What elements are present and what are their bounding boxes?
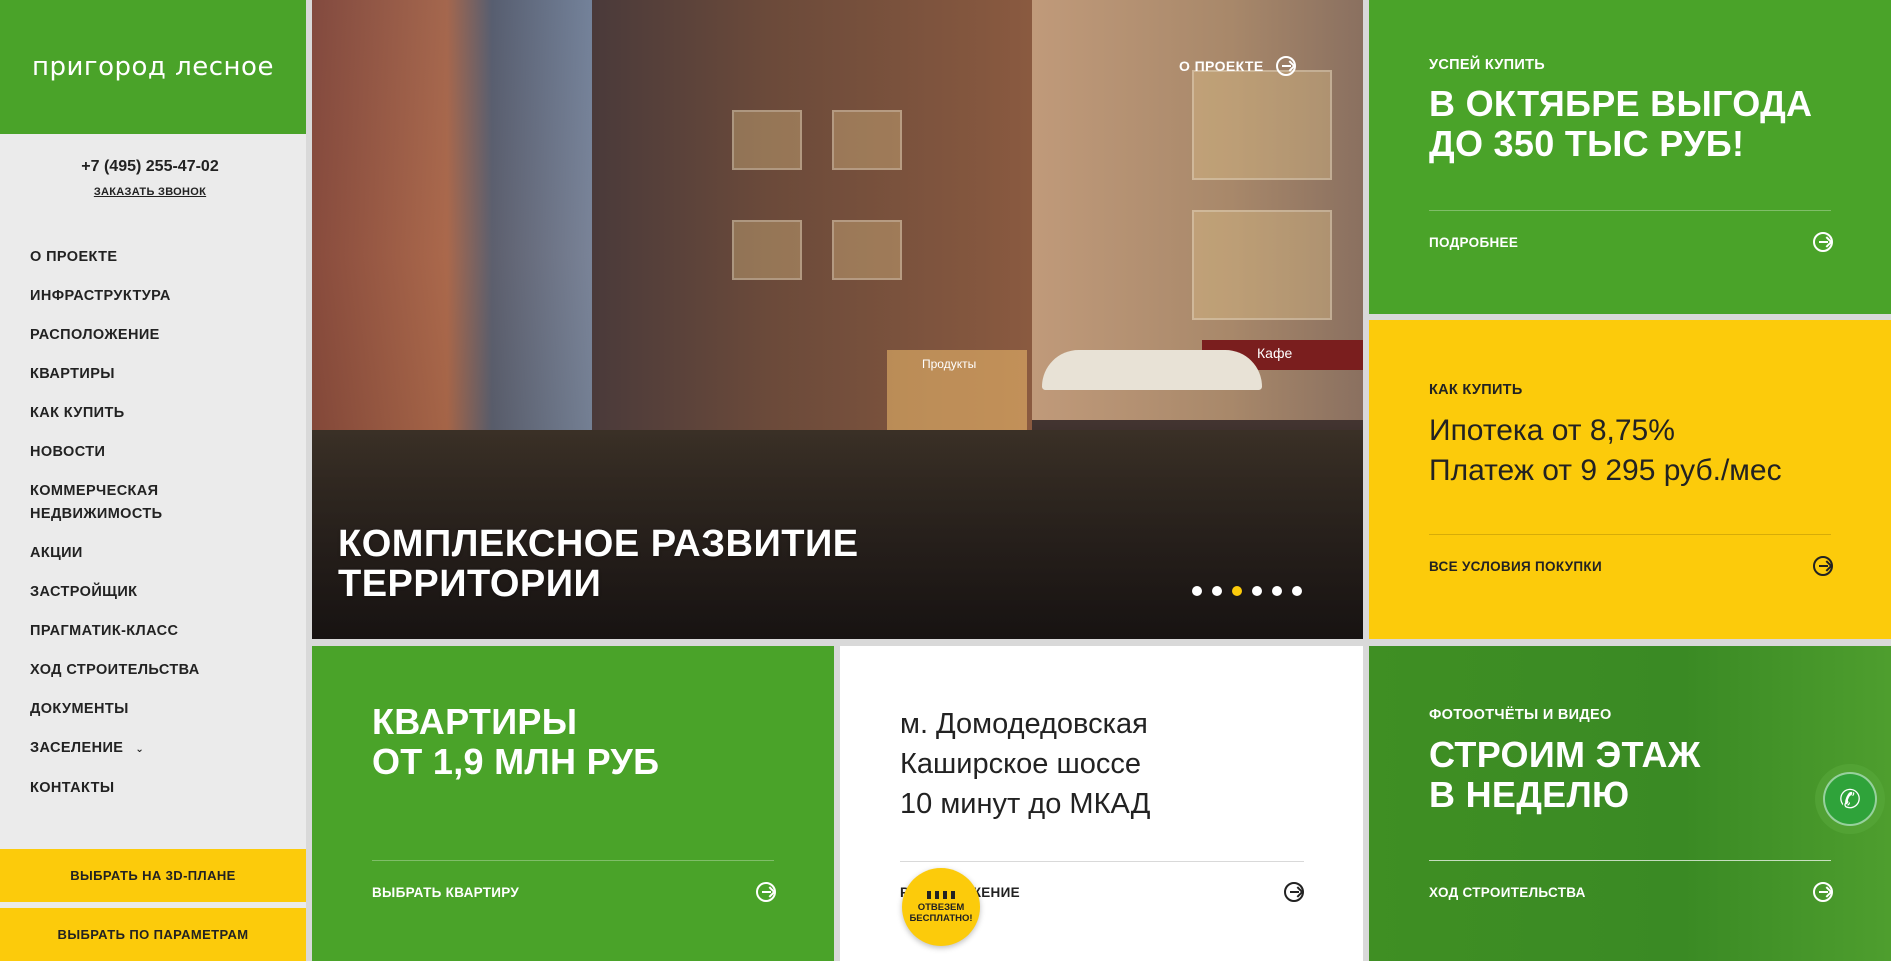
promo-title-line: ДО 350 ТЫС РУБ! [1429,123,1745,164]
nav-item-commercial[interactable]: КОММЕРЧЕСКАЯ НЕДВИЖИМОСТЬ [30,480,260,526]
divider [900,861,1304,862]
main-nav: О ПРОЕКТЕ ИНФРАСТРУКТУРА РАСПОЛОЖЕНИЕ КВ… [30,246,260,816]
nav-item-how-to-buy[interactable]: КАК КУПИТЬ [30,402,260,425]
promo-title-line: ОТ 1,9 МЛН РУБ [372,741,660,782]
arrow-right-icon [1813,232,1833,252]
nav-item-location[interactable]: РАСПОЛОЖЕНИЕ [30,324,260,347]
hero-window [732,220,802,280]
slider-dot-active[interactable] [1232,586,1242,596]
slider-dot[interactable] [1212,586,1222,596]
nav-item-settlement-label: ЗАСЕЛЕНИЕ [30,740,124,756]
hero-about-label: О ПРОЕКТЕ [1179,58,1264,74]
hero-window [832,110,902,170]
arrow-right-icon [1813,556,1833,576]
nav-item-apartments[interactable]: КВАРТИРЫ [30,363,260,386]
page: пригород лесное +7 (495) 255-47-02 ЗАКАЗ… [0,0,1891,961]
promo-location-text: м. Домодедовская Каширское шоссе 10 мину… [900,704,1150,824]
promo-october[interactable]: УСПЕЙ КУПИТЬ В ОКТЯБРЕ ВЫГОДА ДО 350 ТЫС… [1369,0,1891,314]
promo-location-line: 10 минут до МКАД [900,788,1151,820]
promo-location-line: м. Домодедовская [900,708,1148,740]
promo-eyebrow: УСПЕЙ КУПИТЬ [1429,57,1545,73]
nav-item-contacts[interactable]: КОНТАКТЫ [30,777,260,800]
promo-title-line: В НЕДЕЛЮ [1429,774,1630,815]
arrow-right-icon [1813,882,1833,902]
phone-number[interactable]: +7 (495) 255-47-02 [0,158,300,176]
hero-image [312,0,612,430]
nav-item-promotions[interactable]: АКЦИИ [30,542,260,565]
divider [1429,210,1831,211]
slider-dot[interactable] [1252,586,1262,596]
promo-apartments[interactable]: КВАРТИРЫ ОТ 1,9 МЛН РУБ ВЫБРАТЬ КВАРТИРУ [312,646,834,961]
promo-conditions-line: Ипотека от 8,75% [1429,414,1675,447]
promo-link-label: ПОДРОБНЕЕ [1429,234,1519,250]
hero-window [832,220,902,280]
logo-text: пригород лесное [32,52,274,82]
divider [1429,860,1831,861]
arrow-right-icon [1284,882,1304,902]
select-3d-plan-button[interactable]: ВЫБРАТЬ НА 3D-ПЛАНЕ [0,849,306,902]
hero-umbrella [1042,350,1262,390]
phone-icon: ✆ [1839,783,1861,814]
promo-title-line: СТРОИМ ЭТАЖ [1429,734,1701,775]
order-callback-link[interactable]: ЗАКАЗАТЬ ЗВОНОК [0,186,300,198]
slider-dots [1192,586,1302,596]
promo-link-label: ВСЕ УСЛОВИЯ ПОКУПКИ [1429,558,1602,574]
slider-dot[interactable] [1192,586,1202,596]
select-by-params-button[interactable]: ВЫБРАТЬ ПО ПАРАМЕТРАМ [0,908,306,961]
promo-construction[interactable]: ФОТООТЧЁТЫ И ВИДЕО СТРОИМ ЭТАЖ В НЕДЕЛЮ … [1369,646,1891,961]
promo-title-line: КВАРТИРЫ [372,701,578,742]
free-taxi-label: ОТВЕЗЕМ БЕСПЛАТНО! [909,901,973,924]
divider [1429,534,1831,535]
hero-title-line: ТЕРРИТОРИИ [338,563,602,605]
nav-item-settlement[interactable]: ЗАСЕЛЕНИЕ ⌄ [30,737,260,761]
promo-title-line: В ОКТЯБРЕ ВЫГОДА [1429,83,1813,124]
promo-eyebrow: КАК КУПИТЬ [1429,382,1523,398]
nav-item-news[interactable]: НОВОСТИ [30,441,260,464]
promo-title: В ОКТЯБРЕ ВЫГОДА ДО 350 ТЫС РУБ! [1429,84,1812,164]
sidebar: пригород лесное +7 (495) 255-47-02 ЗАКАЗ… [0,0,306,961]
nav-item-infrastructure[interactable]: ИНФРАСТРУКТУРА [30,285,260,308]
call-button-inner: ✆ [1823,772,1877,826]
promo-link-label: ХОД СТРОИТЕЛЬСТВА [1429,884,1586,900]
logo[interactable]: пригород лесное [0,0,306,134]
construction-progress-link[interactable]: ХОД СТРОИТЕЛЬСТВА [1429,882,1833,902]
promo-title: КВАРТИРЫ ОТ 1,9 МЛН РУБ [372,702,659,782]
promo-more-link[interactable]: ПОДРОБНЕЕ [1429,232,1833,252]
promo-how-to-buy[interactable]: КАК КУПИТЬ Ипотека от 8,75% Платеж от 9 … [1369,320,1891,639]
promo-eyebrow: ФОТООТЧЁТЫ И ВИДЕО [1429,707,1612,723]
hero-title: КОМПЛЕКСНОЕ РАЗВИТИЕ ТЕРРИТОРИИ [338,524,859,604]
nav-item-pragmatic-class[interactable]: ПРАГМАТИК-КЛАСС [30,620,260,643]
hero-shop-sign: Продукты [922,357,977,371]
divider [372,860,774,861]
nav-item-developer[interactable]: ЗАСТРОЙЩИК [30,581,260,604]
hero-slider: Продукты Кафе О ПРОЕКТЕ КОМПЛЕКСНОЕ РАЗВ… [312,0,1363,639]
promo-location-line: Каширское шоссе [900,748,1141,780]
nav-item-construction-progress[interactable]: ХОД СТРОИТЕЛЬСТВА [30,659,260,682]
promo-conditions-line: Платеж от 9 295 руб./мес [1429,454,1782,487]
hero-window [1192,210,1332,320]
slider-dot[interactable] [1292,586,1302,596]
hero-about-link[interactable]: О ПРОЕКТЕ [1179,56,1296,76]
arrow-right-icon [1275,56,1296,76]
promo-link-label: ВЫБРАТЬ КВАРТИРУ [372,884,520,900]
hero-window [1192,70,1332,180]
arrow-right-icon [756,882,776,902]
nav-item-documents[interactable]: ДОКУМЕНТЫ [30,698,260,721]
free-taxi-badge[interactable]: ОТВЕЗЕМ БЕСПЛАТНО! [902,868,980,946]
promo-title: СТРОИМ ЭТАЖ В НЕДЕЛЮ [1429,735,1701,815]
chevron-down-icon: ⌄ [135,744,145,755]
hero-title-line: КОМПЛЕКСНОЕ РАЗВИТИЕ [338,523,859,565]
taxi-checker-icon [927,890,955,899]
promo-conditions: Ипотека от 8,75% Платеж от 9 295 руб./ме… [1429,411,1782,491]
promo-all-conditions-link[interactable]: ВСЕ УСЛОВИЯ ПОКУПКИ [1429,556,1833,576]
hero-window [732,110,802,170]
nav-item-about[interactable]: О ПРОЕКТЕ [30,246,260,269]
floating-call-button[interactable]: ✆ [1815,764,1885,834]
select-apartment-link[interactable]: ВЫБРАТЬ КВАРТИРУ [372,882,776,902]
hero-cafe-sign: Кафе [1257,345,1293,361]
slider-dot[interactable] [1272,586,1282,596]
